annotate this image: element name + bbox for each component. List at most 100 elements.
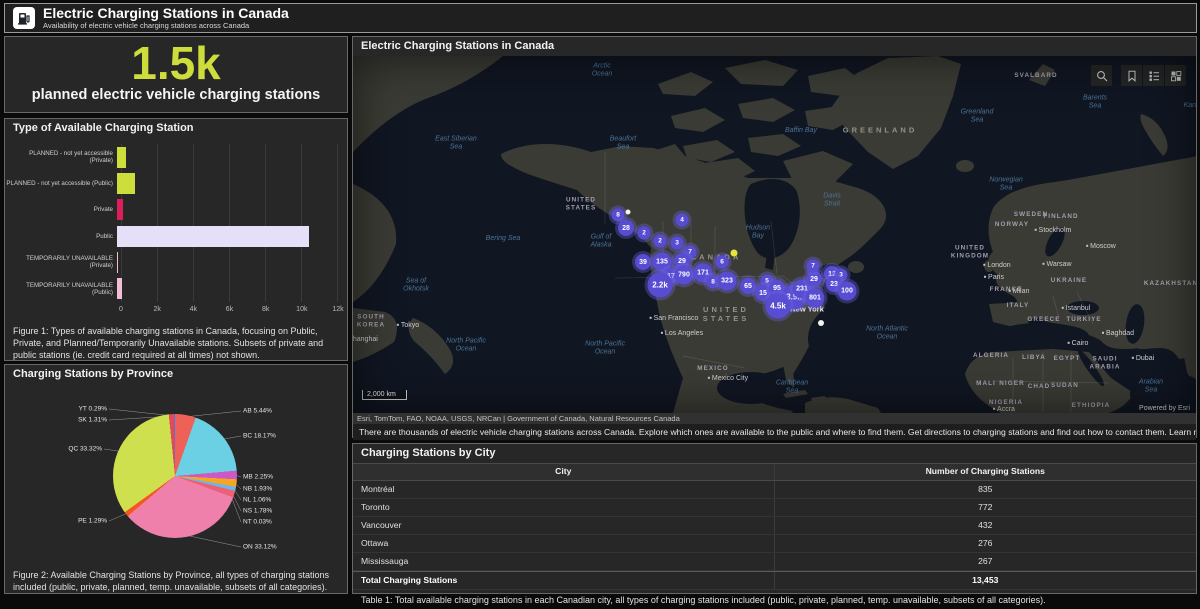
table1-caption: Table 1: Total available charging statio… [353,590,1196,609]
map-label: Tokyo [397,322,419,330]
page-title: Electric Charging Stations in Canada [43,6,289,21]
map-point[interactable] [818,320,824,326]
stat-value: 1.5k [5,39,347,87]
bar[interactable] [117,147,126,168]
bar-category-label: Private [5,206,117,213]
map-label: Dubai [1132,355,1154,363]
count-cell: 267 [775,553,1197,570]
map-cluster[interactable]: 2 [638,227,651,240]
map-label: Accra [993,406,1015,413]
map-cluster[interactable]: 2 [654,235,667,248]
map-label: San Francisco [650,315,699,323]
bar[interactable] [117,173,135,194]
ev-charger-icon [13,7,35,29]
map-label: UKRAINE [1051,277,1087,285]
map-label: HudsonBay [746,225,770,242]
map-label: ArcticOcean [592,63,613,80]
map-cluster[interactable]: 323 [718,272,737,291]
map-panel: Electric Charging Stations in Canada [352,36,1197,438]
bar-category-label: PLANNED - not yet accessible (Private) [5,150,117,164]
bar-chart-panel: Type of Available Charging Station PLANN… [4,118,348,361]
bar-row[interactable]: TEMPORARILY UNAVAILABLE (Public) [5,277,338,301]
map-cluster[interactable]: 39 [635,254,651,270]
bar-chart-x-axis: 02k4k6k8k10k12k [121,306,338,320]
map-label: NORWAY [995,221,1029,229]
map-cluster[interactable]: 100 [838,282,857,301]
bar[interactable] [117,226,309,247]
map-cluster[interactable]: 65 [740,278,756,294]
map-cluster[interactable]: 28 [618,220,634,236]
table-row[interactable]: Montréal835 [353,481,1196,499]
bar[interactable] [117,278,122,299]
map-label: EGYPT [1054,355,1081,363]
x-axis-tick: 10k [296,306,307,313]
bar-row[interactable]: PLANNED - not yet accessible (Public) [5,171,338,195]
map-scalebar: 2,000 km [362,390,407,400]
map-label: CaribbeanSea [776,380,808,397]
map-cluster[interactable]: 790 [675,266,694,285]
table-header-count: Number of Charging Stations [775,464,1197,480]
basemap-icon[interactable] [1165,65,1186,86]
pie-slice-label: NB 1.93% [243,486,272,493]
map-point[interactable] [731,250,738,257]
map-label: LIBYA [1022,354,1046,362]
map-overlays: ArcticOceanEast SiberianSeaBeaufortSeaBa… [353,56,1196,413]
pie-slice-label: BC 18.17% [243,433,276,440]
bar-row[interactable]: Private [5,198,338,222]
map-label: Kara [1184,102,1196,110]
table-row[interactable]: Vancouver432 [353,517,1196,535]
map-label: Moscow [1086,243,1116,251]
map-label: UNITEDSTATES [566,196,597,211]
map-label: Cairo [1068,340,1089,348]
map-label: Milan [1009,288,1030,296]
pie-slice-label: ON 33.12% [243,544,277,551]
legend-icon[interactable] [1143,65,1164,86]
bar-row[interactable]: Public [5,224,338,248]
table-row[interactable]: Total Charging Stations13,453 [353,571,1196,590]
map[interactable]: ArcticOceanEast SiberianSeaBeaufortSeaBa… [353,56,1196,413]
pie-chart: AB 5.44%BC 18.17%MB 2.25%NB 1.93%NL 1.06… [5,384,347,566]
city-cell: Montréal [353,481,775,498]
map-cluster[interactable]: 7 [807,260,820,273]
city-cell: Vancouver [353,517,775,534]
bar-chart: PLANNED - not yet accessible (Private) PL… [5,142,347,322]
table-header-city: City [353,464,775,480]
map-cluster[interactable]: 4.5k [766,294,791,319]
map-label: Bering Sea [486,235,521,243]
map-label: ITALY [1007,302,1030,310]
bar[interactable] [117,199,123,220]
table-title: Charging Stations by City [353,444,1196,463]
map-cluster[interactable]: 801 [806,289,825,308]
table-row[interactable]: Ottawa276 [353,535,1196,553]
map-cluster[interactable]: 29 [806,271,822,287]
pie-slice-label: YT 0.29% [79,406,107,413]
pie-slice-label: NS 1.78% [243,508,272,515]
city-cell: Toronto [353,499,775,516]
city-table-panel: Charging Stations by City City Number of… [352,443,1197,594]
x-axis-tick: 6k [226,306,233,313]
bar-row[interactable]: TEMPORARILY UNAVAILABLE (Private) [5,250,338,274]
map-label: MEXICO [697,365,728,373]
map-cluster[interactable]: 2.2k [648,273,673,298]
map-cluster[interactable]: 4 [676,214,689,227]
bar-chart-title: Type of Available Charging Station [5,119,347,138]
search-icon[interactable] [1091,65,1112,86]
map-cluster[interactable]: 3 [671,237,684,250]
count-cell: 276 [775,535,1197,552]
pie-slice-label: NL 1.06% [243,497,271,504]
bar-row[interactable]: PLANNED - not yet accessible (Private) [5,145,338,169]
map-cluster[interactable]: 6 [716,256,729,269]
map-label: Gulf ofAlaska [590,234,611,251]
bookmark-icon[interactable] [1121,65,1142,86]
map-point[interactable] [626,210,631,215]
map-label: KAZAKHSTAN [1144,280,1196,288]
map-label: North PacificOcean [585,341,625,358]
table-row[interactable]: Mississauga267 [353,553,1196,571]
map-label: ArabianSea [1139,379,1163,396]
description-text: There are thousands of electric vehicle … [359,427,1196,437]
map-label: Warsaw [1042,261,1071,269]
pie-circle[interactable] [113,414,237,538]
table-row[interactable]: Toronto772 [353,499,1196,517]
bar-category-label: TEMPORARILY UNAVAILABLE (Private) [5,255,117,269]
map-label: GreenlandSea [961,109,994,126]
